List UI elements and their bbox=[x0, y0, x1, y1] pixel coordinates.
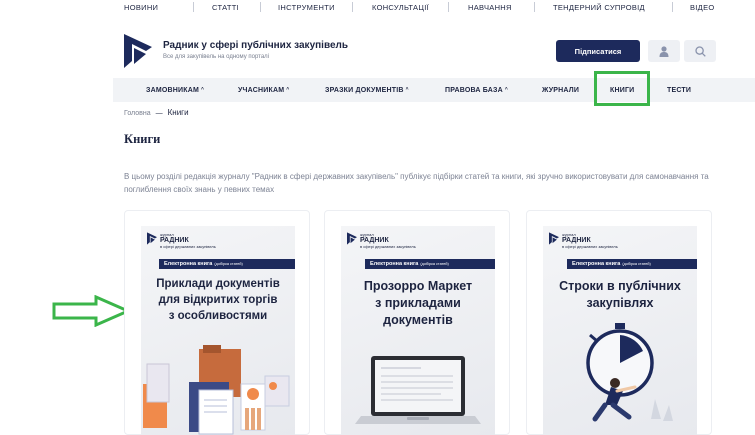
brand-subtitle: Все для закупівель на одному порталі bbox=[163, 54, 270, 60]
intro-text: В цьому розділі редакція журналу "Радник… bbox=[124, 172, 709, 194]
brand-title[interactable]: Радник у сфері публічних закупівель bbox=[163, 40, 348, 51]
radnyk-logo-icon bbox=[549, 232, 559, 245]
ebook-badge: Електронна книга (добірка статей) bbox=[159, 259, 295, 269]
topnav-tender-support[interactable]: ТЕНДЕРНИЙ СУПРОВІД bbox=[553, 3, 645, 12]
book-title: Приклади документів для відкритих торгів з… bbox=[156, 278, 280, 322]
search-icon bbox=[694, 45, 706, 57]
topnav-video[interactable]: ВІДЕО bbox=[690, 3, 715, 12]
cover-brand: журнал РАДНИК в сфері державних закупівель bbox=[160, 232, 216, 249]
nav-participants[interactable]: УЧАСНИКАМ ^ bbox=[238, 87, 289, 94]
radnyk-logo-icon[interactable] bbox=[124, 34, 152, 68]
divider bbox=[193, 2, 194, 12]
book-cover[interactable]: журнал РАДНИК в сфері державних закупівель… bbox=[341, 226, 495, 435]
cover-brand: журнал РАДНИК в сфері державних закупівель bbox=[360, 232, 416, 249]
stopwatch-runner-illustration bbox=[586, 323, 673, 422]
user-icon bbox=[659, 45, 669, 57]
book-title: Прозорро Маркет з прикладами документів bbox=[363, 279, 473, 327]
book-card[interactable]: журнал РАДНИК в сфері державних закупівель… bbox=[124, 210, 310, 435]
radnyk-logo-icon bbox=[147, 232, 157, 245]
breadcrumb: Головна — Книги bbox=[124, 108, 189, 117]
book-title: Строки в публічних закупівлях bbox=[559, 279, 681, 310]
topnav-consultations[interactable]: КОНСУЛЬТАЦІЇ bbox=[372, 3, 429, 12]
nav-journals[interactable]: ЖУРНАЛИ bbox=[542, 87, 579, 94]
arrow-right-icon bbox=[52, 295, 132, 327]
top-bar: НОВИНИ СТАТТІ ІНСТРУМЕНТИ КОНСУЛЬТАЦІЇ Н… bbox=[0, 0, 755, 14]
book-card[interactable]: журнал РАДНИК в сфері державних закупівель… bbox=[526, 210, 712, 435]
nav-tests[interactable]: ТЕСТИ bbox=[667, 87, 691, 94]
ebook-badge: Електронна книга (добірка статей) bbox=[567, 259, 697, 269]
user-button[interactable] bbox=[648, 40, 680, 62]
highlight-box bbox=[594, 71, 650, 106]
subscribe-button[interactable]: Підписатися bbox=[556, 40, 640, 62]
book-cover[interactable]: журнал РАДНИК в сфері державних закупівель… bbox=[141, 226, 295, 435]
nav-customers[interactable]: ЗАМОВНИКАМ ^ bbox=[146, 87, 204, 94]
topnav-tools[interactable]: ІНСТРУМЕНТИ bbox=[278, 3, 335, 12]
radnyk-logo-icon bbox=[347, 232, 357, 245]
page-title: Книги bbox=[124, 132, 161, 146]
main-nav bbox=[113, 78, 755, 102]
book-cover[interactable]: журнал РАДНИК в сфері державних закупівель… bbox=[543, 226, 697, 435]
laptop-illustration bbox=[355, 356, 481, 424]
topnav-articles[interactable]: СТАТТІ bbox=[212, 3, 239, 12]
site-header: Радник у сфері публічних закупівель Все … bbox=[0, 14, 755, 78]
divider bbox=[534, 2, 535, 12]
nav-legal-base[interactable]: ПРАВОВА БАЗА ^ bbox=[445, 87, 508, 94]
ebook-badge: Електронна книга (добірка статей) bbox=[365, 259, 495, 269]
breadcrumb-separator: — bbox=[155, 110, 163, 117]
divider bbox=[260, 2, 261, 12]
cover-brand: журнал РАДНИК в сфері державних закупівель bbox=[562, 232, 618, 249]
breadcrumb-home[interactable]: Головна bbox=[124, 110, 151, 117]
nav-document-samples[interactable]: ЗРАЗКИ ДОКУМЕНТІВ ^ bbox=[325, 87, 409, 94]
search-button[interactable] bbox=[684, 40, 716, 62]
topnav-news[interactable]: НОВИНИ bbox=[124, 3, 158, 12]
documents-illustration bbox=[143, 345, 290, 435]
divider bbox=[672, 2, 673, 12]
book-card[interactable]: журнал РАДНИК в сфері державних закупівель… bbox=[324, 210, 510, 435]
divider bbox=[448, 2, 449, 12]
divider bbox=[352, 2, 353, 12]
breadcrumb-current: Книги bbox=[167, 108, 189, 117]
topnav-training[interactable]: НАВЧАННЯ bbox=[468, 3, 512, 12]
